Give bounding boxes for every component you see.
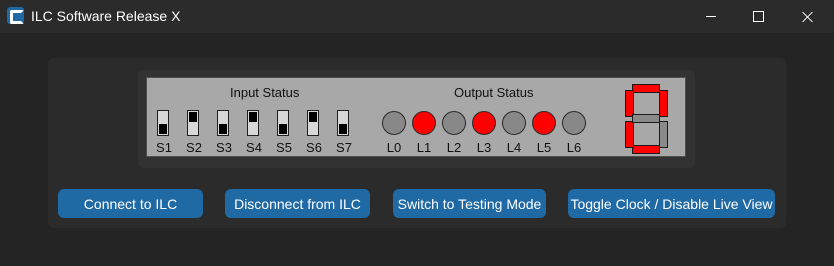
window-title: ILC Software Release X [31,8,181,24]
switch-body[interactable] [307,110,319,136]
segment-g [632,114,660,123]
led-label: L3 [476,140,492,155]
led-indicator [442,111,466,135]
seven-segment-display [625,84,668,154]
switch-label: S3 [216,140,232,155]
toggle-clock-button[interactable]: Toggle Clock / Disable Live View [568,189,775,218]
connect-button[interactable]: Connect to ILC [58,189,203,218]
title-bar: ILC Software Release X [0,0,834,33]
switch-body[interactable] [187,110,199,136]
output-status-title: Output Status [454,85,534,100]
switch-body[interactable] [277,110,289,136]
switch-body[interactable] [247,110,259,136]
led-indicator [532,111,556,135]
led-label: L4 [506,140,522,155]
minimize-icon [706,16,716,17]
close-icon [802,11,814,23]
segment-b [659,90,668,117]
led-indicator [382,111,406,135]
led-indicator [472,111,496,135]
segment-e [625,121,634,148]
close-button[interactable] [785,0,831,33]
led-indicator [412,111,436,135]
led-indicator [502,111,526,135]
switch-knob [219,124,227,134]
switch-body[interactable] [337,110,349,136]
led-label: L1 [416,140,432,155]
switch-label: S1 [156,140,172,155]
switch-knob [339,124,347,134]
testing-mode-button[interactable]: Switch to Testing Mode [393,189,546,218]
switch-label: S6 [306,140,322,155]
segment-c [659,121,668,148]
segment-a [632,84,660,93]
switch-knob [249,112,257,122]
switch-label: S5 [276,140,292,155]
switch-body[interactable] [217,110,229,136]
switch-label: S7 [336,140,352,155]
switch-label: S4 [246,140,262,155]
led-label: L6 [566,140,582,155]
switch-knob [279,124,287,134]
app-logo-icon [7,7,24,24]
switch-knob [159,124,167,134]
switch-body[interactable] [157,110,169,136]
led-indicator [562,111,586,135]
input-status-title: Input Status [230,85,300,100]
led-label: L5 [536,140,552,155]
switch-label: S2 [186,140,202,155]
switch-knob [309,112,317,122]
disconnect-button[interactable]: Disconnect from ILC [225,189,370,218]
led-label: L0 [386,140,402,155]
maximize-icon [752,11,764,22]
led-label: L2 [446,140,462,155]
switch-knob [189,112,197,122]
maximize-button[interactable] [735,0,781,33]
segment-d [632,145,660,154]
minimize-button[interactable] [688,0,734,33]
segment-f [625,90,634,117]
